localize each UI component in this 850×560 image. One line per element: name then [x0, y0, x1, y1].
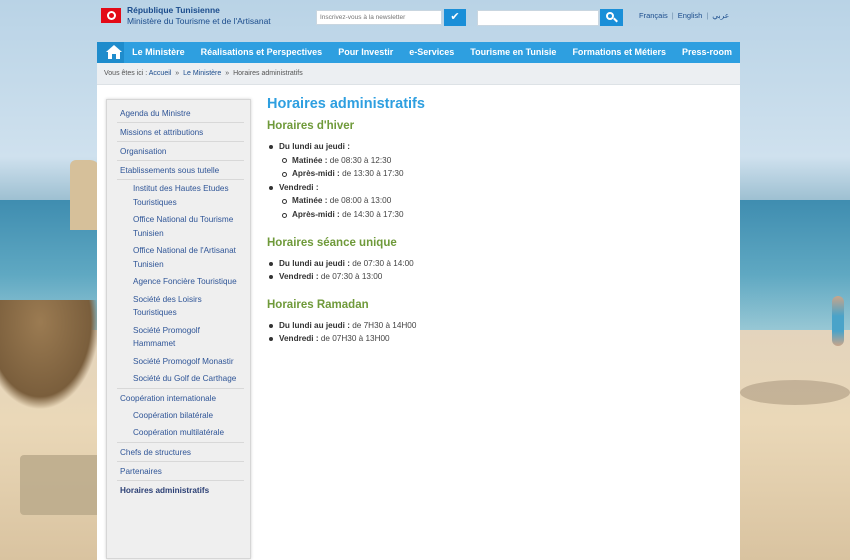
lang-arabic-link[interactable]: عربي: [712, 11, 729, 20]
nav-realisations[interactable]: Réalisations et Perspectives: [193, 42, 331, 63]
ministry-logo-text[interactable]: République Tunisienne Ministère du Touri…: [127, 5, 271, 27]
sidebar-subitem-ihet[interactable]: Institut des Hautes Etudes Touristiques: [117, 180, 244, 211]
list-item: Après-midi : de 14:30 à 17:30: [279, 208, 727, 222]
nav-press-room[interactable]: Press-room: [674, 42, 740, 63]
newsletter-submit-button[interactable]: ✔: [444, 9, 466, 26]
org-line-2: Ministère du Tourisme et de l'Artisanat: [127, 16, 271, 26]
tunisia-flag-icon[interactable]: [101, 8, 121, 23]
section-title: Horaires Ramadan: [267, 298, 369, 311]
sidebar-subitem-aft[interactable]: Agence Foncière Touristique: [117, 273, 244, 291]
schedule-list: Du lundi au jeudi : Matinée : de 08:30 à…: [267, 140, 727, 222]
lang-french-link[interactable]: Français: [639, 11, 668, 20]
breadcrumb-separator: »: [225, 70, 230, 77]
slot-label: Matinée :: [292, 155, 328, 165]
sidebar-item-agenda[interactable]: Agenda du Ministre: [117, 104, 244, 123]
list-item: Vendredi : de 07:30 à 13:00: [267, 270, 727, 284]
sidebar-subitem-ontt[interactable]: Office National du Tourisme Tunisien: [117, 211, 244, 242]
language-switcher: Français | English | عربي: [639, 11, 730, 20]
nav-tourisme[interactable]: Tourisme en Tunisie: [462, 42, 564, 63]
castle-silhouette: [70, 160, 100, 230]
section-winter: Horaires d'hiver Du lundi au jeudi : Mat…: [267, 118, 727, 222]
breadcrumb: Vous êtes ici : Accueil » Le Ministère »…: [97, 63, 740, 85]
sidebar-subitem-slt[interactable]: Société des Loisirs Touristiques: [117, 291, 244, 322]
slot-label: Après-midi :: [292, 209, 340, 219]
slot-label: Après-midi :: [292, 169, 340, 179]
search-input[interactable]: [477, 10, 599, 26]
list-item: Du lundi au jeudi : Matinée : de 08:30 à…: [267, 140, 727, 181]
sun-lounger: [20, 455, 105, 515]
breadcrumb-current: Horaires administratifs: [233, 70, 303, 77]
list-item: Vendredi : de 07H30 à 13H00: [267, 332, 727, 346]
parasol: [0, 300, 100, 410]
section-title: Horaires d'hiver: [267, 120, 355, 132]
article: Horaires administratifs Horaires d'hiver…: [267, 95, 727, 359]
time-value: de 7H30 à 14H00: [352, 320, 417, 330]
search-button[interactable]: [600, 9, 623, 26]
sand-shadow: [740, 380, 850, 405]
check-icon: ✔: [450, 11, 460, 23]
day-label: Du lundi au jeudi :: [279, 320, 350, 330]
sidebar-subitem-golf-carthage[interactable]: Société du Golf de Carthage: [117, 370, 244, 389]
page-title: Horaires administratifs: [267, 96, 425, 112]
day-label: Vendredi :: [279, 334, 319, 344]
slot-label: Matinée :: [292, 196, 328, 206]
schedule-list: Du lundi au jeudi : de 07:30 à 14:00 Ven…: [267, 257, 727, 284]
sidebar-menu: Agenda du Ministre Missions et attributi…: [106, 99, 251, 559]
slot-value: de 08:30 à 12:30: [329, 155, 392, 165]
list-item: Matinée : de 08:30 à 12:30: [279, 154, 727, 168]
breadcrumb-link-accueil[interactable]: Accueil: [149, 70, 172, 77]
sidebar-item-etablissements[interactable]: Etablissements sous tutelle: [117, 161, 244, 180]
sidebar-item-organisation[interactable]: Organisation: [117, 142, 244, 161]
list-item: Du lundi au jeudi : de 7H30 à 14H00: [267, 319, 727, 333]
sidebar-item-partenaires[interactable]: Partenaires: [117, 462, 244, 481]
breadcrumb-link-ministere[interactable]: Le Ministère: [183, 70, 221, 77]
slot-value: de 14:30 à 17:30: [342, 209, 404, 219]
section-single-session: Horaires séance unique Du lundi au jeudi…: [267, 235, 727, 284]
day-label: Vendredi :: [279, 182, 319, 192]
nav-formations[interactable]: Formations et Métiers: [564, 42, 674, 63]
content-panel: Agenda du Ministre Missions et attributi…: [97, 85, 740, 560]
org-line-1: République Tunisienne: [127, 5, 220, 15]
sidebar-item-horaires[interactable]: Horaires administratifs: [117, 481, 244, 499]
sidebar-item-missions[interactable]: Missions et attributions: [117, 123, 244, 142]
list-item: Du lundi au jeudi : de 07:30 à 14:00: [267, 257, 727, 271]
section-title: Horaires séance unique: [267, 236, 397, 249]
sidebar-subitem-promogolf-hammamet[interactable]: Société Promogolf Hammamet: [117, 322, 244, 353]
main-nav: Le Ministère Réalisations et Perspective…: [97, 42, 740, 63]
slot-value: de 13:30 à 17:30: [342, 169, 404, 179]
sidebar-item-cooperation[interactable]: Coopération internationale: [117, 389, 244, 407]
breadcrumb-prefix: Vous êtes ici :: [104, 70, 148, 77]
site-header: République Tunisienne Ministère du Touri…: [97, 0, 740, 42]
sidebar-subitem-bilaterale[interactable]: Coopération bilatérale: [117, 407, 244, 425]
nav-pour-investir[interactable]: Pour Investir: [330, 42, 401, 63]
list-item: Vendredi : Matinée : de 08:00 à 13:00 Ap…: [267, 181, 727, 222]
day-label: Du lundi au jeudi :: [279, 258, 350, 268]
home-icon[interactable]: [97, 42, 125, 63]
sidebar-subitem-multilaterale[interactable]: Coopération multilatérale: [117, 424, 244, 443]
day-label: Du lundi au jeudi :: [279, 142, 350, 151]
day-label: Vendredi :: [279, 272, 319, 282]
sidebar-item-chefs[interactable]: Chefs de structures: [117, 443, 244, 462]
nav-le-ministere[interactable]: Le Ministère: [124, 42, 193, 63]
time-value: de 07:30 à 14:00: [352, 258, 414, 268]
sidebar-subitem-onat[interactable]: Office National de l'Artisanat Tunisien: [117, 242, 244, 273]
list-item: Après-midi : de 13:30 à 17:30: [279, 167, 727, 181]
beach-walker: [832, 296, 844, 346]
nav-e-services[interactable]: e-Services: [401, 42, 462, 63]
newsletter-input[interactable]: [316, 10, 442, 25]
time-value: de 07H30 à 13H00: [320, 334, 390, 344]
slot-value: de 08:00 à 13:00: [329, 196, 392, 206]
list-item: Matinée : de 08:00 à 13:00: [279, 194, 727, 208]
section-ramadan: Horaires Ramadan Du lundi au jeudi : de …: [267, 297, 727, 346]
schedule-list: Du lundi au jeudi : de 7H30 à 14H00 Vend…: [267, 319, 727, 346]
lang-english-link[interactable]: English: [678, 11, 703, 20]
sidebar-subitem-promogolf-monastir[interactable]: Société Promogolf Monastir: [117, 353, 244, 371]
time-value: de 07:30 à 13:00: [320, 272, 383, 282]
breadcrumb-separator: »: [175, 70, 180, 77]
